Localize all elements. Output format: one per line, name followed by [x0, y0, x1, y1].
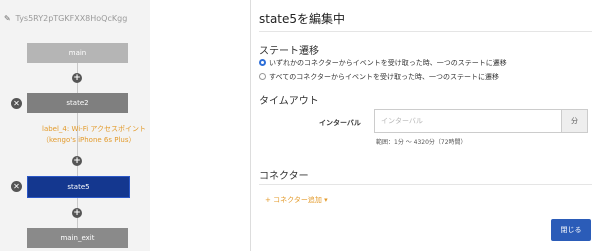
add-state-icon[interactable]: + — [72, 73, 82, 83]
workflow-id: Tys5RY2pTGKFXX8HoQcKgg — [15, 14, 128, 23]
radio-selected-icon[interactable] — [259, 59, 266, 66]
transition-option-any[interactable]: いずれかのコネクターからイベントを受け取った時、一つのステートに遷移 — [259, 58, 507, 68]
transition-option-all-label: すべてのコネクターからイベントを受け取った時、一つのステートに遷移 — [269, 73, 499, 81]
add-connector-label: コネクター追加 — [273, 196, 322, 204]
state-node-state5[interactable]: state5 — [27, 176, 130, 198]
workflow-title[interactable]: ✎ Tys5RY2pTGKFXX8HoQcKgg — [4, 14, 127, 23]
state-editor-panel: state5を編集中 ステート遷移 いずれかのコネクターからイベントを受け取った… — [251, 0, 600, 251]
state-node-main[interactable]: main — [27, 43, 128, 63]
timeout-heading: タイムアウト — [259, 96, 319, 107]
interval-input[interactable] — [374, 109, 562, 133]
interval-unit: 分 — [562, 109, 588, 133]
add-connector-button[interactable]: + コネクター追加 ▾ — [265, 195, 328, 205]
delete-state5-icon[interactable]: ✕ — [11, 181, 22, 192]
transition-heading: ステート遷移 — [259, 46, 319, 57]
transition-option-any-label: いずれかのコネクターからイベントを受け取った時、一つのステートに遷移 — [269, 59, 507, 67]
radio-unselected-icon[interactable] — [259, 73, 266, 80]
plus-icon: + — [265, 196, 271, 204]
editor-title: state5を編集中 — [259, 12, 346, 26]
state-node-state2[interactable]: state2 — [27, 93, 128, 113]
state-node-main-exit[interactable]: main_exit — [27, 228, 128, 248]
pencil-icon: ✎ — [4, 14, 11, 23]
add-state-icon[interactable]: + — [72, 156, 82, 166]
title-divider — [259, 31, 592, 32]
close-button[interactable]: 閉じる — [551, 219, 591, 241]
connector-heading: コネクター — [259, 171, 309, 182]
transition-label[interactable]: label_4: Wi-Fi アクセスポイント（kengo's iPhone 6… — [42, 124, 148, 146]
connector-divider — [259, 184, 592, 185]
transition-option-all[interactable]: すべてのコネクターからイベントを受け取った時、一つのステートに遷移 — [259, 72, 499, 82]
add-state-icon[interactable]: + — [72, 208, 82, 218]
workflow-canvas: ✎ Tys5RY2pTGKFXX8HoQcKgg main + ✕ state2… — [0, 0, 150, 251]
delete-state2-icon[interactable]: ✕ — [11, 98, 22, 109]
caret-down-icon: ▾ — [324, 196, 328, 204]
interval-help: 範囲：1分 〜 4320分（72時間） — [376, 139, 467, 146]
interval-label: インターバル — [319, 119, 361, 127]
